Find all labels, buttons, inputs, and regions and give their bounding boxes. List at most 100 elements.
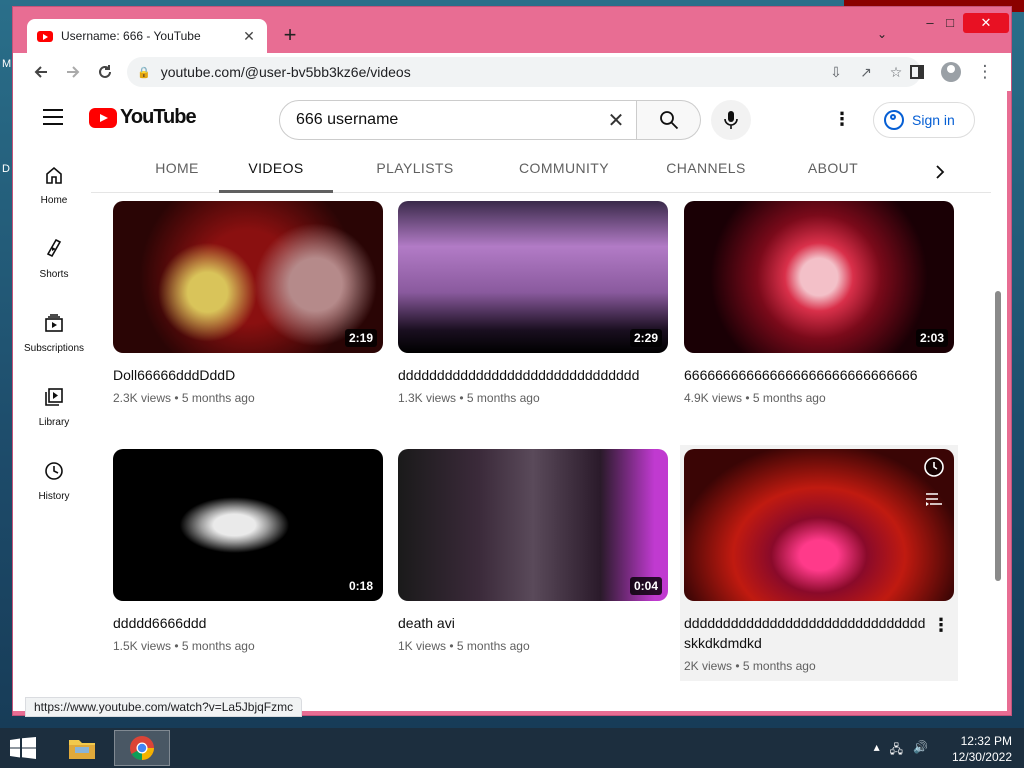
video-card[interactable]: 2:03 666666666666666666666666666666 4.9K… bbox=[684, 201, 954, 405]
video-card[interactable]: 2:19 Doll66666dddDddD 2.3K views • 5 mon… bbox=[113, 201, 383, 405]
subscriptions-icon bbox=[42, 311, 66, 335]
side-panel-icon[interactable] bbox=[901, 56, 933, 88]
video-meta: 2K views • 5 months ago bbox=[684, 659, 954, 673]
video-card-hovered[interactable]: dddddddddddddddddddddddddddddddskkdkdmdk… bbox=[680, 445, 958, 681]
sidebar-item-label: Home bbox=[40, 195, 68, 206]
tab-videos[interactable]: VIDEOS bbox=[219, 151, 333, 193]
video-views: 1.3K views bbox=[398, 391, 457, 405]
tab-playlists[interactable]: PLAYLISTS bbox=[359, 151, 471, 193]
tab-channels[interactable]: CHANNELS bbox=[653, 151, 759, 193]
masthead: YouTube 666 username ✕ ⋮ Sign in bbox=[13, 91, 1007, 147]
tab-community[interactable]: COMMUNITY bbox=[499, 151, 629, 193]
sidebar-item-shorts[interactable]: Shorts bbox=[17, 221, 91, 291]
taskbar-clock[interactable]: 12:32 PM 12/30/2022 bbox=[952, 733, 1012, 765]
video-title[interactable]: Doll66666dddDddD bbox=[113, 365, 383, 385]
meta-separator: • bbox=[735, 659, 740, 673]
sign-in-button[interactable]: Sign in bbox=[873, 102, 975, 138]
page-scrollbar[interactable] bbox=[995, 291, 1001, 581]
history-icon bbox=[42, 459, 66, 483]
sidebar-item-label: History bbox=[38, 491, 70, 502]
back-arrow-icon[interactable] bbox=[25, 56, 57, 88]
sidebar-item-subscriptions[interactable]: Subscriptions bbox=[17, 295, 91, 365]
sidebar-item-home[interactable]: Home bbox=[17, 147, 91, 217]
forward-arrow-icon[interactable] bbox=[57, 56, 89, 88]
video-thumbnail[interactable]: 0:18 bbox=[113, 449, 383, 601]
tab-close-icon[interactable]: ✕ bbox=[241, 28, 257, 45]
browser-menu-icon[interactable]: ⋮ bbox=[969, 56, 1001, 88]
new-tab-button[interactable]: + bbox=[279, 24, 301, 46]
video-title[interactable]: 666666666666666666666666666666 bbox=[684, 365, 954, 385]
windows-taskbar: ▴ 🖧 🔊 12:32 PM 12/30/2022 bbox=[0, 728, 1024, 768]
close-window-button[interactable]: ✕ bbox=[963, 13, 1009, 33]
video-action-menu-icon[interactable]: ⋮ bbox=[932, 615, 950, 636]
youtube-page: YouTube 666 username ✕ ⋮ Sign in Home Sh… bbox=[13, 91, 1007, 711]
tab-home[interactable]: HOME bbox=[137, 151, 217, 193]
video-age: 5 months ago bbox=[466, 391, 540, 405]
youtube-logo[interactable]: YouTube bbox=[89, 106, 197, 129]
video-thumbnail[interactable]: 0:04 bbox=[398, 449, 668, 601]
video-title[interactable]: death avi bbox=[398, 613, 668, 633]
file-explorer-icon[interactable] bbox=[54, 730, 110, 766]
profile-avatar-icon[interactable] bbox=[941, 62, 961, 82]
network-icon[interactable]: 🖧 bbox=[890, 740, 903, 761]
video-duration: 2:29 bbox=[629, 329, 662, 347]
install-app-icon[interactable]: ⇩ bbox=[821, 64, 851, 81]
voice-search-button[interactable] bbox=[711, 100, 751, 140]
search-query[interactable]: 666 username bbox=[296, 111, 596, 129]
desktop-icon-label[interactable]: M bbox=[2, 58, 11, 70]
video-thumbnail[interactable] bbox=[684, 449, 954, 601]
microphone-icon bbox=[724, 111, 738, 129]
sidebar-item-history[interactable]: History bbox=[17, 443, 91, 513]
sign-in-label: Sign in bbox=[912, 112, 955, 128]
video-age: 5 months ago bbox=[181, 639, 255, 653]
video-thumbnail[interactable]: 2:03 bbox=[684, 201, 954, 353]
chrome-taskbar-icon[interactable] bbox=[114, 730, 170, 766]
video-title[interactable]: dddddddddddddddddddddddddddddddskkdkdmdk… bbox=[684, 613, 930, 653]
watch-later-icon[interactable] bbox=[922, 455, 946, 479]
video-thumbnail[interactable]: 2:19 bbox=[113, 201, 383, 353]
tab-about[interactable]: ABOUT bbox=[791, 151, 875, 193]
video-meta: 1K views • 5 months ago bbox=[398, 639, 668, 653]
hamburger-menu-icon[interactable] bbox=[43, 109, 63, 125]
chevron-right-icon[interactable] bbox=[927, 159, 953, 185]
url-text[interactable]: youtube.com/@user-bv5bb3kz6e/videos bbox=[161, 64, 821, 80]
clear-search-icon[interactable]: ✕ bbox=[596, 108, 636, 133]
windows-start-icon[interactable] bbox=[10, 737, 36, 764]
search-button[interactable] bbox=[637, 100, 701, 140]
share-icon[interactable]: ↗ bbox=[851, 64, 881, 81]
browser-tab[interactable]: Username: 666 - YouTube ✕ bbox=[27, 19, 267, 53]
video-duration: 0:18 bbox=[344, 577, 377, 595]
link-status-bar: https://www.youtube.com/watch?v=La5JbjqF… bbox=[25, 697, 303, 717]
video-card[interactable]: 0:04 death avi 1K views • 5 months ago bbox=[398, 449, 668, 653]
video-views: 2.3K views bbox=[113, 391, 172, 405]
meta-separator: • bbox=[174, 391, 179, 405]
meta-separator: • bbox=[449, 639, 454, 653]
lock-icon[interactable]: 🔒 bbox=[137, 66, 151, 79]
add-to-queue-icon[interactable] bbox=[922, 487, 946, 511]
clock-date: 12/30/2022 bbox=[951, 750, 1012, 764]
reload-icon[interactable] bbox=[89, 56, 121, 88]
meta-separator: • bbox=[459, 391, 464, 405]
shorts-icon bbox=[42, 237, 66, 261]
video-card[interactable]: 2:29 ddddddddddddddddddddddddddddddd 1.3… bbox=[398, 201, 668, 405]
meta-separator: • bbox=[745, 391, 750, 405]
video-duration: 2:19 bbox=[344, 329, 377, 347]
video-title[interactable]: ddddd6666ddd bbox=[113, 613, 383, 633]
desktop-icon-label[interactable]: D bbox=[2, 163, 10, 175]
more-options-icon[interactable]: ⋮ bbox=[833, 109, 851, 130]
video-meta: 2.3K views • 5 months ago bbox=[113, 391, 383, 405]
video-age: 5 months ago bbox=[742, 659, 816, 673]
maximize-button[interactable]: □ bbox=[935, 13, 965, 33]
tray-chevron-up-icon[interactable]: ▴ bbox=[874, 740, 880, 761]
video-duration: 0:04 bbox=[629, 577, 662, 595]
video-age: 5 months ago bbox=[752, 391, 826, 405]
video-title[interactable]: ddddddddddddddddddddddddddddddd bbox=[398, 365, 668, 385]
tab-search-chevron-icon[interactable]: ⌄ bbox=[877, 27, 887, 41]
volume-icon[interactable]: 🔊 bbox=[913, 740, 928, 761]
video-thumbnail[interactable]: 2:29 bbox=[398, 201, 668, 353]
video-card[interactable]: 0:18 ddddd6666ddd 1.5K views • 5 months … bbox=[113, 449, 383, 653]
sidebar-item-library[interactable]: Library bbox=[17, 369, 91, 439]
video-views: 1K views bbox=[398, 639, 447, 653]
search-input[interactable]: 666 username ✕ bbox=[279, 100, 637, 140]
address-bar[interactable]: 🔒 youtube.com/@user-bv5bb3kz6e/videos ⇩ … bbox=[127, 57, 921, 87]
